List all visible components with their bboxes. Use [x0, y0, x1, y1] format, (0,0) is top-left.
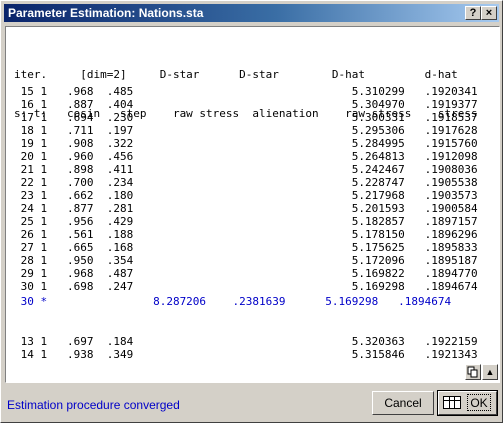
ok-label: OK — [467, 394, 491, 411]
status-text: Estimation procedure converged — [7, 398, 180, 412]
table-row: 29 1 .968 .487 5.169822 .1894770 — [14, 267, 478, 280]
ok-button[interactable]: OK — [437, 390, 498, 416]
scroll-up-icon[interactable]: ▲ — [482, 364, 498, 380]
table-row: 15 1 .968 .485 5.310299 .1920341 — [14, 85, 478, 98]
scroll-controls: ▲ — [465, 364, 498, 380]
iteration-rows-bottom: 13 1 .697 .184 5.320363 .1922159 14 1 .9… — [14, 335, 478, 361]
table-row: 30 1 .698 .247 5.169298 .1894674 — [14, 280, 478, 293]
table-row: 20 1 .960 .456 5.264813 .1912098 — [14, 150, 478, 163]
header-line-1: iter. [dim=2] D-star D-star D-hat d-hat — [14, 68, 458, 81]
title-bar: Parameter Estimation: Nations.sta ? × — [4, 4, 499, 22]
table-row: 22 1 .700 .234 5.228747 .1905538 — [14, 176, 478, 189]
status-bar: Estimation procedure converged — [5, 387, 366, 417]
table-row: 21 1 .898 .411 5.242467 .1908036 — [14, 163, 478, 176]
table-row: 19 1 .908 .322 5.284995 .1915760 — [14, 137, 478, 150]
table-row: 24 1 .877 .281 5.201593 .1900584 — [14, 202, 478, 215]
iteration-rows: 15 1 .968 .485 5.310299 .1920341 16 1 .8… — [14, 85, 478, 293]
grid-icon — [443, 396, 461, 409]
table-row: 16 1 .887 .404 5.304970 .1919377 — [14, 98, 478, 111]
table-row: 23 1 .662 .180 5.217968 .1903573 — [14, 189, 478, 202]
table-row: 14 1 .938 .349 5.315846 .1921343 — [14, 348, 478, 361]
close-button[interactable]: × — [481, 6, 497, 20]
window-title: Parameter Estimation: Nations.sta — [8, 6, 204, 20]
copy-icon[interactable] — [465, 364, 481, 380]
final-row: 30 * 8.287206 .2381639 5.169298 .1894674 — [14, 295, 452, 308]
table-row: 25 1 .956 .429 5.182857 .1897157 — [14, 215, 478, 228]
table-row: 17 1 .694 .230 5.300331 .1918537 — [14, 111, 478, 124]
results-panel: iter. [dim=2] D-star D-star D-hat d-hat … — [5, 26, 500, 383]
table-row: 26 1 .561 .188 5.178150 .1896296 — [14, 228, 478, 241]
table-row: 18 1 .711 .197 5.295306 .1917628 — [14, 124, 478, 137]
table-row: 28 1 .950 .354 5.172096 .1895187 — [14, 254, 478, 267]
help-button[interactable]: ? — [465, 6, 481, 20]
table-row: 13 1 .697 .184 5.320363 .1922159 — [14, 335, 478, 348]
cancel-button[interactable]: Cancel — [372, 391, 434, 415]
table-row: 27 1 .665 .168 5.175625 .1895833 — [14, 241, 478, 254]
dialog-window: Parameter Estimation: Nations.sta ? × it… — [0, 0, 503, 423]
